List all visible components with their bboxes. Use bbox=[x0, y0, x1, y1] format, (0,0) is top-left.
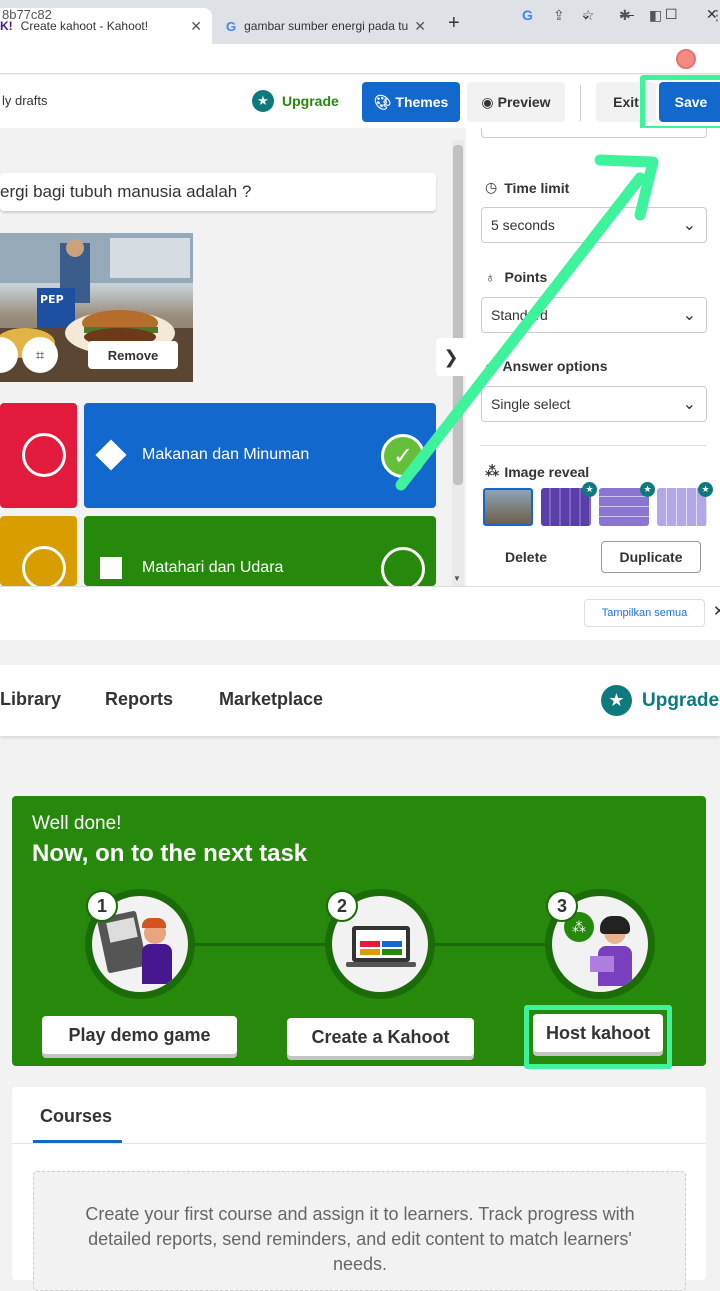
drafts-label[interactable]: ly drafts bbox=[2, 93, 48, 108]
correct-toggle-circle[interactable] bbox=[381, 547, 425, 591]
answer-yellow-tile[interactable] bbox=[0, 516, 77, 590]
delete-button[interactable]: Delete bbox=[505, 549, 547, 565]
courses-divider bbox=[12, 1143, 706, 1144]
answer-options-label: ● Answer options bbox=[485, 358, 607, 374]
collapse-panel-chevron-icon[interactable]: ❯ bbox=[436, 338, 466, 376]
points-value: Standard bbox=[491, 307, 548, 323]
star-icon: ★ bbox=[601, 685, 632, 716]
time-limit-value: 5 seconds bbox=[491, 217, 555, 233]
remove-image-button[interactable]: Remove bbox=[88, 341, 178, 369]
points-select[interactable]: Standard ⌄ bbox=[481, 297, 707, 333]
eye-icon: ◉ bbox=[481, 93, 494, 110]
question-input[interactable]: ergi bagi tubuh manusia adalah ? bbox=[0, 173, 436, 211]
square-icon bbox=[100, 557, 122, 579]
reveal-option-none[interactable] bbox=[483, 488, 533, 526]
chevron-down-icon: ⌄ bbox=[682, 307, 696, 324]
well-done-text: Well done! bbox=[32, 813, 122, 834]
star-icon: ★ bbox=[252, 90, 274, 112]
tab-title: gambar sumber energi pada tubuh bbox=[244, 19, 409, 33]
preview-button[interactable]: ◉ Preview bbox=[467, 82, 565, 122]
options-icon: ● bbox=[485, 358, 494, 374]
medal-icon: ♁ bbox=[485, 269, 496, 285]
points-label: ♁ Points bbox=[485, 269, 547, 285]
magic-wand-icon: ⁂ bbox=[485, 463, 500, 479]
extensions-icon[interactable]: ✱ bbox=[619, 7, 631, 24]
previous-select-edge bbox=[481, 128, 707, 138]
chevron-down-icon: ⌄ bbox=[682, 217, 696, 234]
diamond-icon bbox=[95, 439, 127, 471]
panel-divider bbox=[480, 445, 706, 446]
screenshot-gap bbox=[0, 640, 720, 665]
google-lens-icon[interactable]: G bbox=[522, 7, 533, 23]
step-number: 3 bbox=[546, 890, 578, 922]
new-tab-button[interactable]: + bbox=[448, 12, 460, 35]
image-reveal-text: Image reveal bbox=[504, 463, 590, 480]
nav-reports[interactable]: Reports bbox=[105, 689, 173, 710]
upgrade-label: Upgrade bbox=[642, 689, 720, 711]
correct-toggle-circle[interactable] bbox=[22, 546, 66, 590]
premium-star-icon: ★ bbox=[698, 482, 713, 497]
answer-text[interactable]: Makanan dan Minuman bbox=[142, 446, 309, 464]
host-highlight-box bbox=[524, 1005, 672, 1069]
premium-star-icon: ★ bbox=[582, 482, 597, 497]
answer-options-text: Answer options bbox=[502, 358, 608, 374]
duplicate-button[interactable]: Duplicate bbox=[601, 541, 701, 573]
menu-icon[interactable]: ⋮ bbox=[710, 7, 720, 24]
step-number: 2 bbox=[326, 890, 358, 922]
courses-empty-text: Create your first course and assign it t… bbox=[85, 1204, 635, 1274]
answer-red-tile[interactable] bbox=[0, 403, 77, 508]
show-all-button[interactable]: Tampilkan semua bbox=[584, 599, 705, 627]
save-highlight-box bbox=[640, 75, 720, 131]
crop-icon[interactable]: ⌗ bbox=[22, 337, 58, 373]
answer-text[interactable]: Matahari dan Udara bbox=[142, 559, 283, 577]
palette-icon: 🎨︎ bbox=[373, 93, 392, 110]
answer-options-value: Single select bbox=[491, 396, 571, 412]
correct-toggle-circle[interactable] bbox=[22, 433, 66, 477]
scroll-down-icon[interactable]: ▼ bbox=[453, 574, 461, 583]
step-number: 1 bbox=[86, 890, 118, 922]
image-reveal-label: ⁂ Image reveal bbox=[485, 463, 589, 480]
active-tab-indicator bbox=[33, 1140, 122, 1143]
preview-label: Preview bbox=[497, 94, 551, 110]
answer-green-tile[interactable]: Matahari dan Udara bbox=[84, 516, 436, 591]
address-bar[interactable] bbox=[0, 44, 720, 74]
create-kahoot-button[interactable]: Create a Kahoot bbox=[287, 1018, 474, 1056]
profile-avatar[interactable] bbox=[676, 49, 696, 69]
url-text[interactable]: 8b77c82 bbox=[2, 7, 52, 22]
tab-google-search[interactable]: G gambar sumber energi pada tubuh ✕ bbox=[216, 8, 436, 44]
close-icon[interactable]: ✕ bbox=[713, 602, 720, 620]
nav-marketplace[interactable]: Marketplace bbox=[219, 689, 323, 710]
themes-label: Themes bbox=[395, 94, 449, 110]
upgrade-link[interactable]: ★ Upgrade bbox=[601, 685, 719, 716]
tab-courses[interactable]: Courses bbox=[40, 1106, 112, 1127]
scrollbar-thumb[interactable] bbox=[453, 145, 463, 485]
themes-button[interactable]: 🎨︎ Themes bbox=[362, 82, 460, 122]
time-limit-text: Time limit bbox=[504, 179, 570, 196]
next-task-heading: Now, on to the next task bbox=[32, 840, 308, 867]
share-icon[interactable]: ⇪ bbox=[553, 7, 565, 24]
time-limit-label: ◷ Time limit bbox=[485, 179, 569, 196]
play-demo-game-button[interactable]: Play demo game bbox=[42, 1016, 237, 1054]
nav-library[interactable]: Library bbox=[0, 689, 61, 710]
premium-star-icon: ★ bbox=[640, 482, 655, 497]
upgrade-label: Upgrade bbox=[282, 93, 339, 109]
svg-text:PEP: PEP bbox=[40, 293, 64, 306]
close-tab-icon[interactable]: ✕ bbox=[414, 18, 426, 35]
clock-icon: ◷ bbox=[485, 179, 498, 195]
time-limit-select[interactable]: 5 seconds ⌄ bbox=[481, 207, 707, 243]
chevron-down-icon: ⌄ bbox=[682, 396, 696, 413]
close-tab-icon[interactable]: ✕ bbox=[190, 18, 202, 35]
bookmark-star-icon[interactable]: ☆ bbox=[582, 7, 595, 24]
answer-options-select[interactable]: Single select ⌄ bbox=[481, 386, 707, 422]
header-divider bbox=[580, 85, 581, 121]
side-panel-icon[interactable]: ◧ bbox=[649, 7, 662, 24]
upgrade-link[interactable]: ★ Upgrade bbox=[252, 90, 339, 112]
maximize-button[interactable]: ☐ bbox=[665, 6, 678, 23]
answer-blue-tile[interactable]: Makanan dan Minuman ✓ bbox=[84, 403, 436, 508]
google-favicon-icon: G bbox=[226, 18, 237, 34]
points-text: Points bbox=[504, 269, 548, 285]
checkmark-icon[interactable]: ✓ bbox=[381, 434, 425, 478]
